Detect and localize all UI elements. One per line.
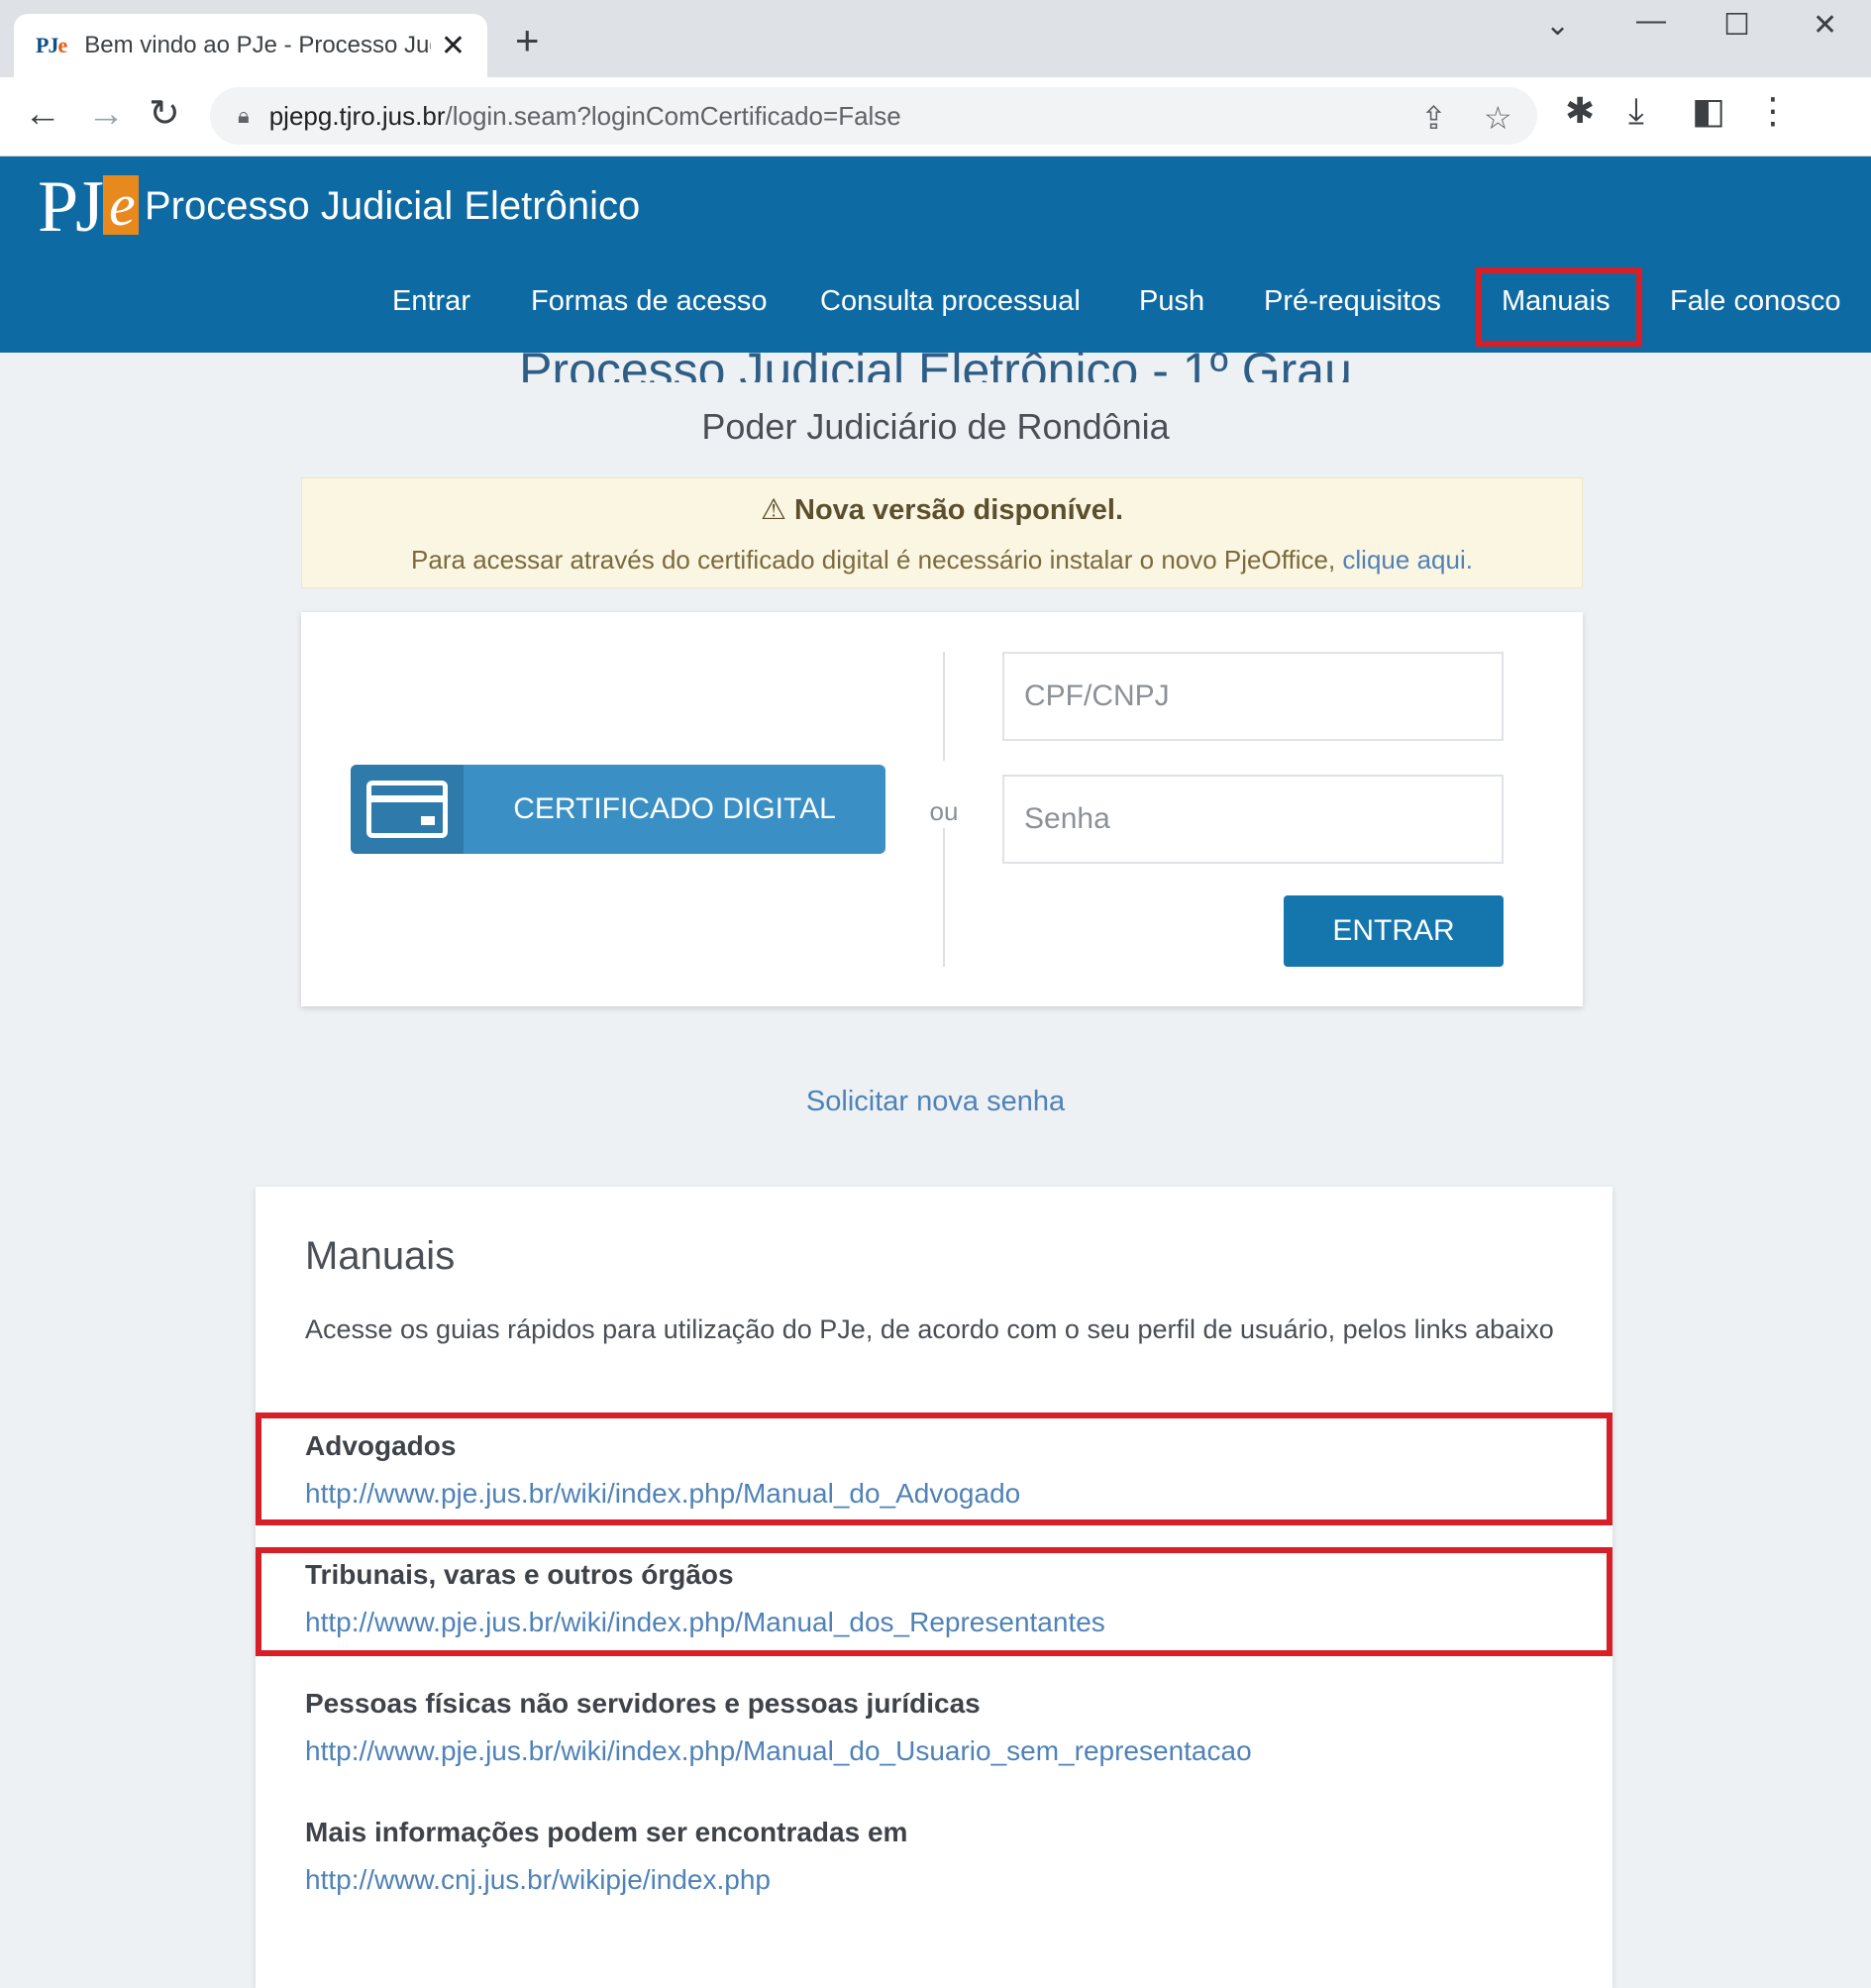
menu-pre-requisitos[interactable]: Pré-requisitos (1264, 285, 1441, 318)
share-icon[interactable]: ⇪ (1420, 99, 1447, 137)
url-host: pjepg.tjro.jus.br (268, 100, 446, 131)
download-icon[interactable]: ⤓ (1628, 93, 1644, 129)
request-new-password-text[interactable]: Solicitar nova senha (806, 1086, 1065, 1117)
page-title: Processo Judicial Eletrônico - 1º Grau (519, 343, 1352, 382)
menu-consulta-processual[interactable]: Consulta processual (820, 285, 1081, 318)
lock-icon: 🔒︎ (238, 103, 250, 128)
certificado-digital-button[interactable]: CERTIFICADO DIGITAL (351, 765, 885, 854)
more-menu-icon[interactable]: ⋮ (1755, 93, 1791, 129)
window-close-icon[interactable]: ✕ (1813, 8, 1837, 43)
manual-link-pessoas[interactable]: http://www.pje.jus.br/wiki/index.php/Man… (305, 1735, 1252, 1767)
entrar-button[interactable]: ENTRAR (1284, 895, 1504, 967)
notice-click-here-link[interactable]: clique aqui. (1342, 545, 1473, 575)
browser-tab-strip: PJe Bem vindo ao PJe - Processo Judi ✕ +… (0, 0, 1871, 77)
menu-fale-conosco[interactable]: Fale conosco (1670, 285, 1841, 318)
manuals-card: Manuais Acesse os guias rápidos para uti… (256, 1187, 1612, 1988)
request-new-password-link: Solicitar nova senha (0, 1086, 1871, 1118)
notice-heading: ⚠ Nova versão disponível. (760, 494, 1124, 526)
bookmark-star-icon[interactable]: ☆ (1484, 99, 1512, 137)
url-path: /login.seam?loginComCertificado=False (445, 100, 901, 131)
extensions-puzzle-icon[interactable]: ✱ (1565, 93, 1595, 129)
notice-text: Para acessar através do certificado digi… (411, 545, 1473, 575)
or-label: ou (929, 796, 959, 826)
divider (943, 828, 945, 967)
menu-entrar[interactable]: Entrar (392, 285, 470, 318)
new-version-notice: ⚠ Nova versão disponível. Para acessar a… (301, 477, 1583, 588)
password-input[interactable] (1002, 775, 1504, 864)
tribunais-highlight-box (256, 1547, 1612, 1656)
page-subtitle: Poder Judiciário de Rondônia (701, 406, 1170, 447)
side-panel-icon[interactable]: ◧ (1692, 93, 1725, 129)
manual-link-cnj[interactable]: http://www.cnj.jus.br/wikipje/index.php (305, 1864, 771, 1896)
manuals-title: Manuais (305, 1234, 456, 1278)
pje-favicon-icon: PJe (36, 33, 67, 57)
forward-icon[interactable]: → (87, 95, 125, 133)
browser-tab[interactable]: PJe Bem vindo ao PJe - Processo Judi ✕ (14, 14, 487, 77)
new-tab-icon[interactable]: + (515, 20, 540, 61)
tab-close-icon[interactable]: ✕ (441, 29, 466, 63)
cpf-cnpj-input[interactable] (1002, 652, 1504, 741)
login-card: CERTIFICADO DIGITAL ou ENTRAR (301, 612, 1583, 1006)
manual-label-mais-informacoes: Mais informações podem ser encontradas e… (305, 1817, 908, 1847)
warning-icon: ⚠ (760, 494, 786, 526)
site-title: Processo Judicial Eletrônico (145, 184, 641, 228)
manuals-description: Acesse os guias rápidos para utilização … (305, 1314, 1554, 1344)
credit-card-icon (366, 781, 448, 838)
menu-push[interactable]: Push (1139, 285, 1204, 318)
minimize-icon[interactable]: — (1636, 4, 1666, 38)
tab-title: Bem vindo ao PJe - Processo Judi (84, 32, 432, 58)
advogados-highlight-box (256, 1413, 1612, 1525)
divider (943, 652, 945, 761)
pje-logo[interactable]: PJ e (38, 170, 139, 244)
maximize-icon[interactable]: ☐ (1723, 8, 1750, 43)
address-bar[interactable]: 🔒︎ pjepg.tjro.jus.br/login.seam?loginCom… (210, 87, 1537, 145)
menu-formas-de-acesso[interactable]: Formas de acesso (531, 285, 768, 318)
back-icon[interactable]: ← (24, 95, 61, 133)
browser-toolbar: ← → ↻ 🔒︎ pjepg.tjro.jus.br/login.seam?lo… (0, 77, 1871, 157)
certificado-digital-label: CERTIFICADO DIGITAL (513, 792, 836, 825)
tab-search-icon[interactable]: ⌄ (1545, 8, 1570, 43)
reload-icon[interactable]: ↻ (149, 95, 180, 133)
manual-label-pessoas: Pessoas físicas não servidores e pessoas… (305, 1688, 981, 1719)
